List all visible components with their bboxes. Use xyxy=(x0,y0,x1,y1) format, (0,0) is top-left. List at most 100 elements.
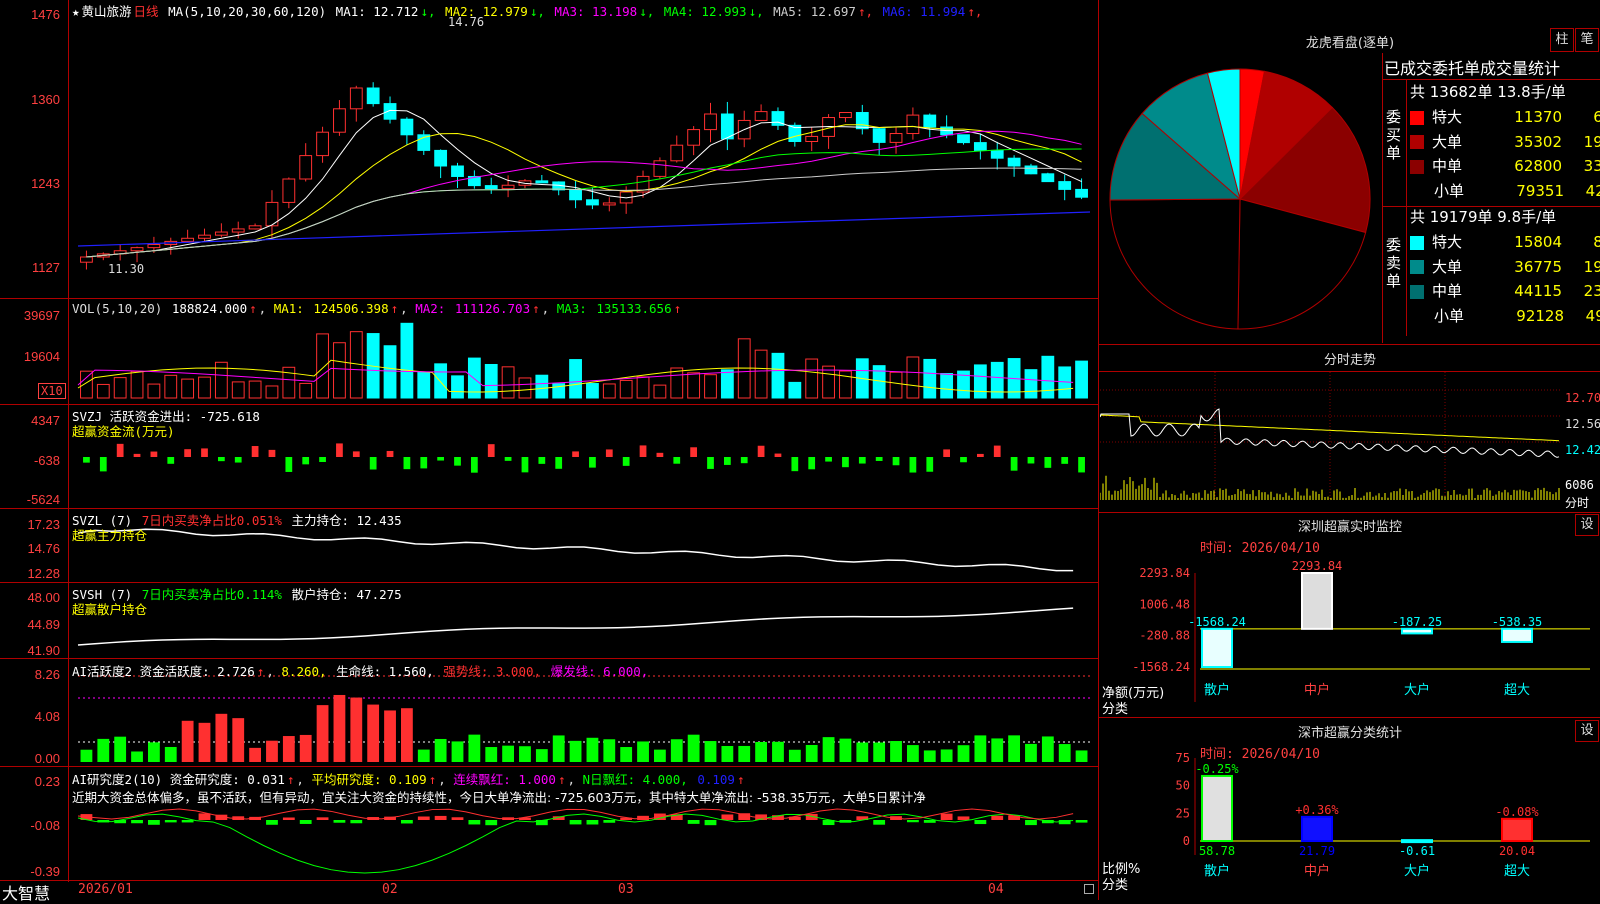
fund-flow-bar xyxy=(639,445,647,457)
research-bar xyxy=(131,820,143,824)
ai-research-axis-1: 0.23 xyxy=(34,774,60,789)
classify-settings-button[interactable]: 设 xyxy=(1575,720,1599,742)
volume-bar xyxy=(451,375,464,399)
candle-body xyxy=(569,189,582,201)
activity-bar xyxy=(856,742,869,762)
candle-body xyxy=(231,228,245,233)
sell-row-3: 中单 44115 23% xyxy=(1410,280,1600,301)
activity-bar xyxy=(367,704,380,762)
activity-bar xyxy=(468,734,481,762)
svzj-subtitle: 超赢资金流(万元) xyxy=(72,424,175,439)
sell-swatch-icon xyxy=(1410,308,1426,324)
activity-bar xyxy=(417,749,430,762)
fund-flow-bar xyxy=(1027,457,1035,464)
high-marker: 14.76 xyxy=(448,15,485,29)
buy-value: 11370 xyxy=(1514,108,1562,126)
period-label[interactable]: 日线 xyxy=(134,4,159,19)
research-bar xyxy=(704,820,717,826)
candle-body xyxy=(248,225,262,230)
main-chart-canvas[interactable] xyxy=(0,0,1098,900)
lock-icon[interactable] xyxy=(1084,884,1094,894)
activity-bar xyxy=(603,739,616,762)
volume-bar xyxy=(771,352,785,399)
volume-bar xyxy=(805,358,819,399)
fund-flow-bar xyxy=(454,457,461,466)
fund-flow-bar xyxy=(1044,457,1052,468)
price-axis-2: 1360 xyxy=(31,92,60,107)
fund-flow-bar xyxy=(842,457,849,468)
x-axis-label-1: 2026/01 xyxy=(78,882,133,897)
candle-body xyxy=(1041,173,1055,183)
buy-label: 委买单 xyxy=(1386,108,1402,162)
activity-bar xyxy=(232,718,245,762)
fund-flow-bar xyxy=(352,451,360,457)
volume-bar xyxy=(96,383,110,399)
research-bar xyxy=(637,815,649,820)
svzl-hold: 主力持仓: 12.435 xyxy=(291,513,402,528)
volume-bar xyxy=(990,361,1004,399)
buy-row-4: 小单 79351 42% xyxy=(1410,180,1600,201)
price-axis-1: 1476 xyxy=(31,7,60,22)
volume-bar xyxy=(400,322,414,399)
activity-bar xyxy=(788,749,801,762)
fund-flow-bar xyxy=(268,449,276,457)
tick-mode-button[interactable]: 笔 xyxy=(1575,28,1599,52)
stats-title: 已成交委托单成交量统计 xyxy=(1384,59,1561,78)
activity-bar xyxy=(164,746,177,762)
research-bar xyxy=(468,820,481,825)
sell-pct: 49% xyxy=(1585,306,1600,325)
fund-flow-bar xyxy=(757,445,765,457)
volume-bar xyxy=(687,372,701,399)
pie-slice xyxy=(1109,198,1241,330)
classify-category-label: 大户 xyxy=(1404,863,1430,879)
ma3-line xyxy=(86,130,1082,258)
volume-bar xyxy=(383,345,397,399)
volume-bar xyxy=(923,358,937,399)
buy-value: 79351 xyxy=(1516,181,1564,200)
candle-body xyxy=(670,144,684,162)
activity-bar xyxy=(97,738,110,762)
fund-flow-bar xyxy=(555,457,563,469)
fund-flow-bar xyxy=(943,449,951,457)
sell-value: 15804 xyxy=(1514,233,1562,251)
fund-flow-bar xyxy=(251,446,259,457)
activity-bar xyxy=(805,744,818,762)
fund-flow-bar xyxy=(99,457,107,472)
price-axis-3: 1243 xyxy=(31,176,60,191)
volume-bar xyxy=(147,383,161,399)
classify-tick-label: 0 xyxy=(1183,834,1190,848)
bar-mode-button[interactable]: 柱 xyxy=(1550,28,1574,52)
volume-bar xyxy=(333,342,346,399)
activity-bar xyxy=(147,742,160,762)
fund-flow-bar xyxy=(386,450,394,457)
research-bar xyxy=(603,820,616,823)
fund-flow-bar xyxy=(825,457,832,462)
x-axis-label-3: 03 xyxy=(618,882,634,897)
ma-header: MA(5,10,20,30,60,120) xyxy=(168,4,327,19)
activity-bar xyxy=(822,737,835,762)
classify-top-label: -0.25% xyxy=(1195,762,1239,776)
monitor-tick-label: -1568.24 xyxy=(1132,660,1190,674)
candle-body xyxy=(316,131,329,157)
ma-value-3: MA3: 13.198 xyxy=(554,4,638,19)
longhu-title: 龙虎看盘(逐单) xyxy=(1305,36,1395,51)
star-icon[interactable]: ★ xyxy=(72,4,80,19)
monitor-bar xyxy=(1201,627,1233,668)
ai-research-axis-2: -0.08 xyxy=(30,818,60,833)
fund-flow-bar xyxy=(437,457,445,461)
vol-axis-2: 19604 xyxy=(23,349,60,364)
activity-bar xyxy=(670,739,683,762)
volume-bar xyxy=(181,378,195,399)
volume-bar xyxy=(973,364,987,399)
ai-research-header: AI研究度2(10) 资金研究度: 0.031 ↑, 平均研究度: 0.109 ↑,… xyxy=(72,772,745,787)
candle-body xyxy=(872,128,886,143)
sell-value: 36775 xyxy=(1514,257,1562,276)
main-chart-area[interactable] xyxy=(0,0,1098,900)
candle-body xyxy=(586,199,599,206)
fund-flow-bar xyxy=(234,457,242,463)
intraday-chart[interactable] xyxy=(1100,372,1568,510)
buy-row-1: 特大 11370 6% xyxy=(1410,106,1600,127)
intraday-vol: 6086 xyxy=(1565,478,1594,492)
research-bar xyxy=(417,816,430,820)
monitor-settings-button[interactable]: 设 xyxy=(1575,514,1599,536)
